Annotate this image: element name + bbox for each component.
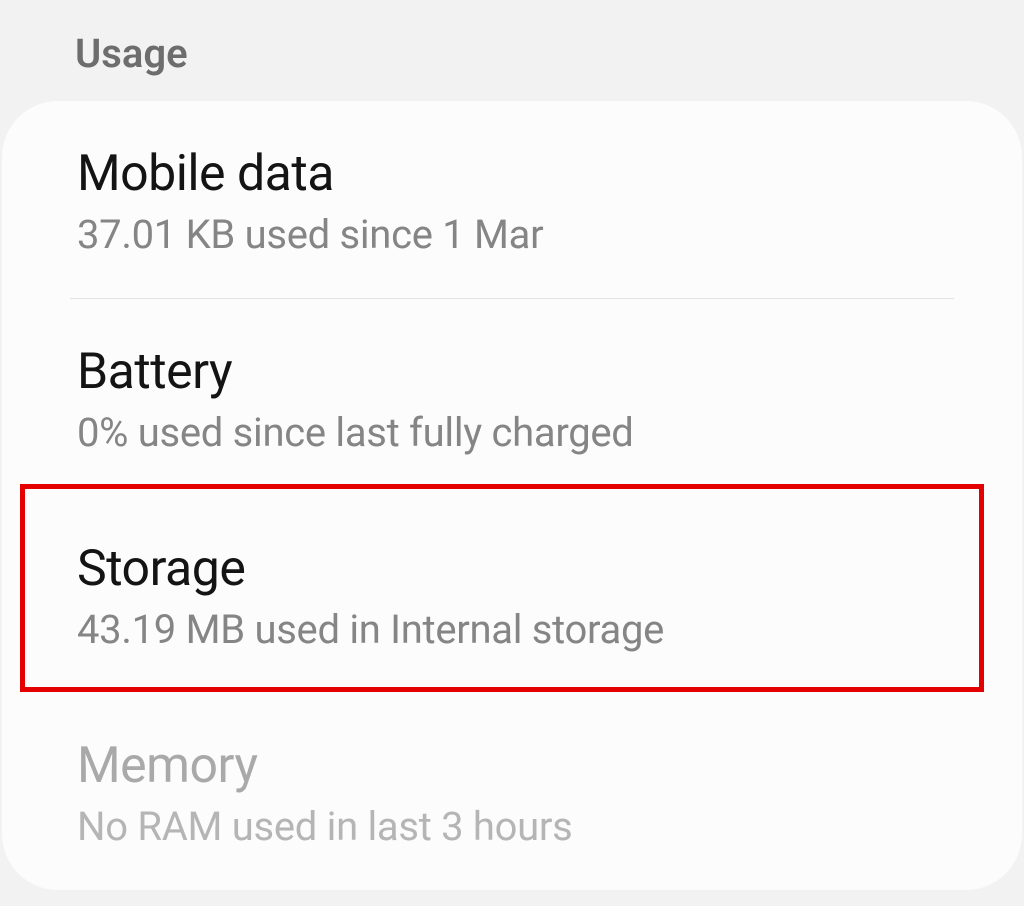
- battery-subtitle: 0% used since last fully charged: [77, 409, 947, 456]
- mobile-data-item[interactable]: Mobile data 37.01 KB used since 1 Mar: [2, 101, 1022, 298]
- battery-item[interactable]: Battery 0% used since last fully charged: [2, 299, 1022, 496]
- mobile-data-title: Mobile data: [77, 145, 947, 203]
- storage-subtitle: 43.19 MB used in Internal storage: [77, 606, 947, 653]
- section-header-usage: Usage: [0, 0, 1024, 101]
- storage-item[interactable]: Storage 43.19 MB used in Internal storag…: [2, 496, 1022, 693]
- usage-card: Mobile data 37.01 KB used since 1 Mar Ba…: [2, 101, 1022, 890]
- battery-title: Battery: [77, 343, 947, 401]
- mobile-data-subtitle: 37.01 KB used since 1 Mar: [77, 211, 947, 258]
- memory-item: Memory No RAM used in last 3 hours: [2, 693, 1022, 890]
- memory-subtitle: No RAM used in last 3 hours: [77, 803, 947, 850]
- memory-title: Memory: [77, 737, 947, 795]
- storage-title: Storage: [77, 540, 947, 598]
